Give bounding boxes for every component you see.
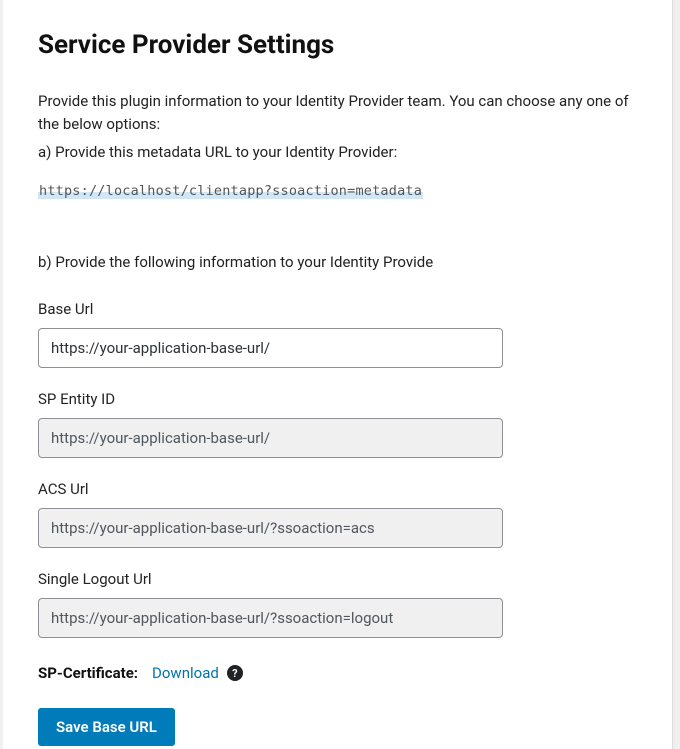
help-icon[interactable]: ? [227,665,243,681]
field-slo-url: Single Logout Url [38,570,637,638]
slo-url-label: Single Logout Url [38,570,637,588]
base-url-input[interactable] [38,328,503,368]
download-certificate-link[interactable]: Download [152,664,219,682]
slo-url-input[interactable] [38,598,503,638]
field-sp-entity-id: SP Entity ID [38,390,637,458]
settings-panel: Service Provider Settings Provide this p… [3,0,673,749]
certificate-row: SP-Certificate: Download ? [38,664,637,682]
certificate-label: SP-Certificate: [38,664,138,682]
field-base-url: Base Url [38,300,637,368]
sp-entity-id-input[interactable] [38,418,503,458]
option-b-text: b) Provide the following information to … [38,251,637,274]
sp-entity-id-label: SP Entity ID [38,390,637,408]
acs-url-input[interactable] [38,508,503,548]
acs-url-label: ACS Url [38,480,637,498]
page-title: Service Provider Settings [38,30,637,60]
option-a-text: a) Provide this metadata URL to your Ide… [38,141,637,164]
save-base-url-button[interactable]: Save Base URL [38,708,175,746]
intro-text: Provide this plugin information to your … [38,90,637,137]
base-url-label: Base Url [38,300,637,318]
field-acs-url: ACS Url [38,480,637,548]
metadata-url[interactable]: https://localhost/clientapp?ssoaction=me… [38,183,423,199]
